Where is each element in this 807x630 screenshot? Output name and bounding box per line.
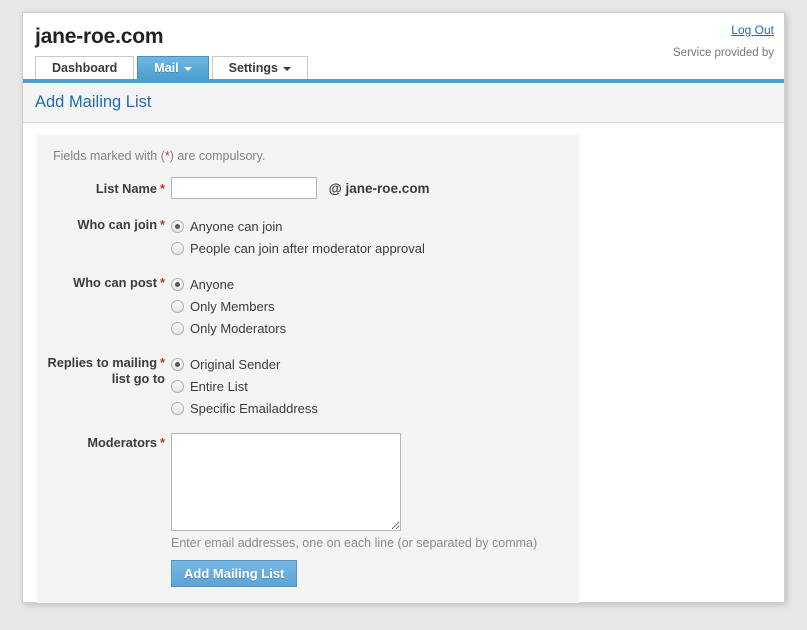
radio-label[interactable]: Anyone [190, 277, 234, 292]
replies-go-to-options: Original Sender Entire List Specific Ema… [171, 353, 579, 419]
required-asterisk: * [160, 217, 165, 232]
list-name-domain-suffix: @ jane-roe.com [328, 180, 430, 196]
field-row-who-can-join: Who can join * Anyone can join People can… [37, 215, 579, 259]
moderators-hint-text: Enter email addresses, one on each line … [171, 536, 538, 550]
radio-button[interactable] [171, 357, 184, 371]
radio-button[interactable] [171, 241, 184, 255]
who-can-post-options: Anyone Only Members Only Moderators [171, 273, 579, 339]
tab-mail[interactable]: Mail [137, 56, 209, 79]
field-row-who-can-post: Who can post * Anyone Only Members Only M… [37, 273, 579, 339]
chevron-down-icon [183, 66, 192, 71]
radio-option[interactable]: People can join after moderator approval [171, 237, 579, 259]
radio-option[interactable]: Entire List [171, 375, 579, 397]
radio-option[interactable]: Only Members [171, 295, 579, 317]
moderators-label: Moderators * [37, 433, 171, 550]
radio-label[interactable]: Original Sender [190, 357, 280, 372]
who-can-join-label: Who can join * [37, 215, 171, 259]
who-can-post-label: Who can post * [37, 273, 171, 339]
replies-go-to-label: Replies to mailing * list go to [37, 353, 171, 419]
add-mailing-list-form: Fields marked with (*) are compulsory. L… [37, 135, 579, 603]
radio-button[interactable] [171, 219, 184, 233]
radio-option[interactable]: Specific Emailaddress [171, 397, 579, 419]
logout-link[interactable]: Log Out [731, 23, 774, 37]
who-can-post-label-text: Who can post [73, 275, 158, 290]
compulsory-note-suffix: ) are compulsory. [169, 149, 266, 163]
site-title: jane-roe.com [35, 25, 164, 48]
radio-button[interactable] [171, 277, 184, 291]
radio-button[interactable] [171, 299, 184, 313]
radio-option[interactable]: Only Moderators [171, 317, 579, 339]
replies-go-to-label-line1: Replies to mailing [47, 355, 158, 370]
radio-option[interactable]: Anyone [171, 273, 579, 295]
moderators-control: Enter email addresses, one on each line … [171, 433, 579, 550]
page-content: Fields marked with (*) are compulsory. L… [23, 123, 784, 603]
main-nav-tabs: Dashboard Mail Settings [35, 55, 311, 79]
service-provided-by-text: Service provided by [673, 47, 774, 59]
submit-spacer [37, 560, 171, 587]
radio-option[interactable]: Anyone can join [171, 215, 579, 237]
required-asterisk: * [160, 355, 165, 370]
header-right-group: Log Out Service provided by [673, 22, 774, 59]
moderators-label-text: Moderators [87, 435, 158, 450]
app-header: jane-roe.com Log Out Service provided by… [23, 13, 784, 79]
required-asterisk: * [160, 435, 165, 450]
radio-label[interactable]: Specific Emailaddress [190, 401, 318, 416]
add-mailing-list-button[interactable]: Add Mailing List [171, 560, 298, 587]
list-name-label-text: List Name [95, 181, 158, 196]
field-row-moderators: Moderators * Enter email addresses, one o… [37, 433, 579, 550]
chevron-down-icon [282, 66, 291, 71]
field-row-replies-go-to: Replies to mailing * list go to Original S… [37, 353, 579, 419]
radio-label[interactable]: People can join after moderator approval [190, 241, 425, 256]
moderators-textarea[interactable] [171, 433, 401, 531]
tab-mail-label: Mail [154, 61, 179, 75]
tab-dashboard[interactable]: Dashboard [35, 56, 135, 79]
radio-button[interactable] [171, 401, 184, 415]
radio-label[interactable]: Only Moderators [190, 321, 286, 336]
radio-label[interactable]: Entire List [190, 379, 248, 394]
list-name-label: List Name * [37, 179, 171, 197]
field-row-list-name: List Name * @ jane-roe.com [37, 177, 579, 199]
radio-button[interactable] [171, 321, 184, 335]
replies-go-to-label-line2: list go to [111, 371, 165, 386]
compulsory-fields-note: Fields marked with (*) are compulsory. [53, 149, 579, 163]
form-actions: Add Mailing List [37, 560, 579, 587]
list-name-control: @ jane-roe.com [171, 177, 579, 199]
tab-dashboard-label: Dashboard [52, 61, 118, 75]
app-window: jane-roe.com Log Out Service provided by… [22, 12, 785, 603]
required-asterisk: * [160, 181, 165, 196]
required-asterisk: * [160, 275, 165, 290]
page-title: Add Mailing List [35, 93, 152, 111]
list-name-input[interactable] [171, 177, 317, 199]
who-can-join-options: Anyone can join People can join after mo… [171, 215, 579, 259]
tab-settings-label: Settings [228, 61, 278, 75]
page-title-band: Add Mailing List [23, 83, 784, 123]
radio-label[interactable]: Anyone can join [190, 219, 283, 234]
who-can-join-label-text: Who can join [77, 217, 158, 232]
radio-label[interactable]: Only Members [190, 299, 275, 314]
tab-settings[interactable]: Settings [211, 56, 308, 79]
radio-option[interactable]: Original Sender [171, 353, 579, 375]
radio-button[interactable] [171, 379, 184, 393]
compulsory-note-prefix: Fields marked with ( [53, 149, 165, 163]
